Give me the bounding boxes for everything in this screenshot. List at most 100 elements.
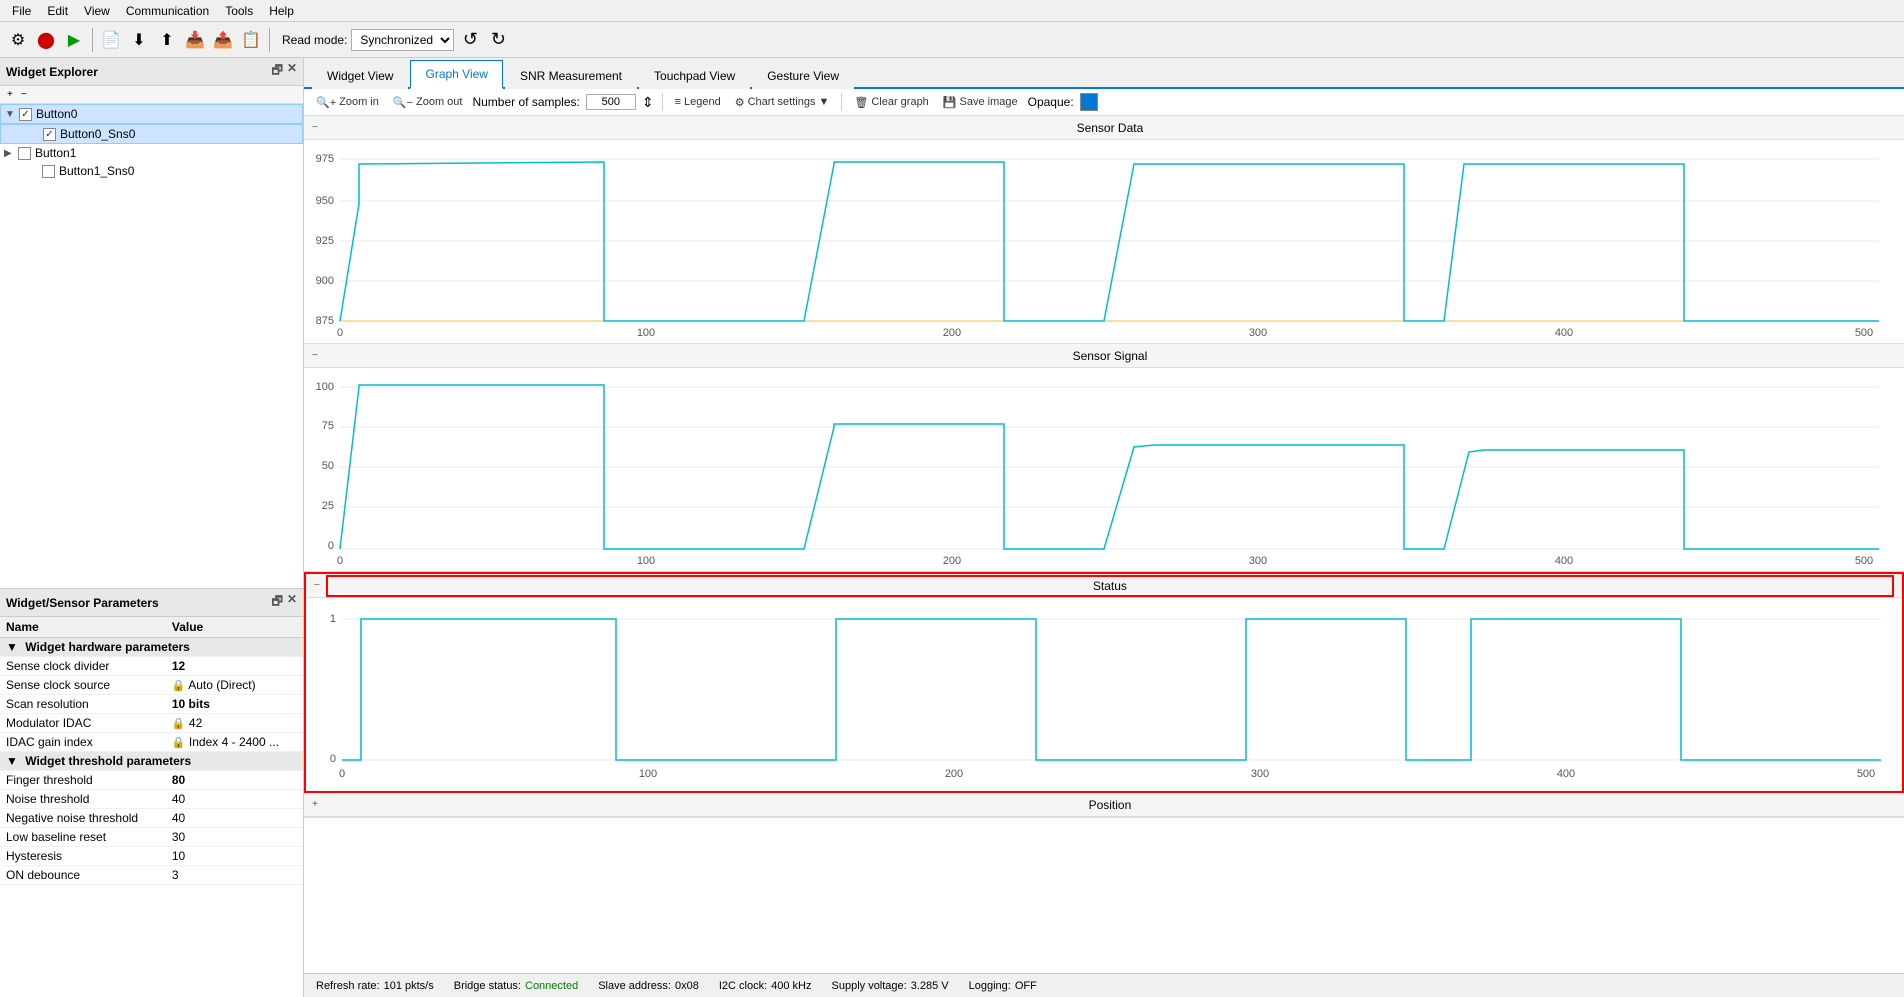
x-label-300: 300 bbox=[1251, 768, 1269, 780]
status-bridge-status: Bridge status: Connected bbox=[454, 980, 578, 992]
tree-item-button0-sns0[interactable]: ▶ Button0_Sns0 bbox=[0, 124, 303, 144]
upload-icon[interactable]: ⬆ bbox=[155, 28, 179, 52]
import-icon[interactable]: 📥 bbox=[183, 28, 207, 52]
status-i2c-clock: I2C clock: 400 kHz bbox=[719, 980, 812, 992]
bridge-status-label: Bridge status: bbox=[454, 980, 521, 992]
read-mode-select[interactable]: Synchronized Manual bbox=[351, 29, 454, 51]
param-value-sense-clock-source: 🔒 Auto (Direct) bbox=[166, 676, 303, 695]
tree-item-button0[interactable]: ▼ Button0 bbox=[0, 104, 303, 124]
params-close-icon[interactable]: ✕ bbox=[287, 592, 297, 613]
chart-settings-button[interactable]: ⚙ Chart settings ▼ bbox=[731, 94, 834, 111]
params-restore-icon[interactable]: 🗗 bbox=[272, 592, 283, 613]
tree-label-button1-sns0: Button1_Sns0 bbox=[59, 164, 134, 178]
checkbox-button1-sns0[interactable] bbox=[42, 165, 55, 178]
param-name-idac-gain: IDAC gain index bbox=[0, 733, 166, 752]
undo-icon[interactable]: ↺ bbox=[458, 28, 482, 52]
redo-icon[interactable]: ↻ bbox=[486, 28, 510, 52]
tab-gesture-view[interactable]: Gesture View bbox=[752, 62, 854, 89]
slave-address-label: Slave address: bbox=[598, 980, 671, 992]
settings-icon[interactable]: ⚙ bbox=[6, 28, 30, 52]
tab-widget-view[interactable]: Widget View bbox=[312, 62, 408, 89]
checkbox-button0-sns0[interactable] bbox=[43, 128, 56, 141]
section-threshold-label: ▼ Widget threshold parameters bbox=[0, 752, 303, 771]
expand-button0[interactable]: ▼ bbox=[5, 109, 17, 120]
menu-tools[interactable]: Tools bbox=[217, 2, 261, 20]
tree-item-button1[interactable]: ▶ Button1 bbox=[0, 144, 303, 162]
stop-icon[interactable]: ⬤ bbox=[34, 28, 58, 52]
restore-icon[interactable]: 🗗 bbox=[272, 61, 283, 82]
play-icon[interactable]: ▶ bbox=[62, 28, 86, 52]
opaque-label: Opaque: bbox=[1028, 95, 1074, 109]
logging-label: Logging: bbox=[969, 980, 1011, 992]
menu-file[interactable]: File bbox=[4, 2, 39, 20]
x-label-100: 100 bbox=[637, 327, 655, 339]
tree-collapse-all[interactable]: − bbox=[18, 88, 30, 101]
close-panel-icon[interactable]: ✕ bbox=[287, 61, 297, 82]
param-value-scan-resolution: 10 bits bbox=[166, 695, 303, 714]
tree-label-button0-sns0: Button0_Sns0 bbox=[60, 127, 135, 141]
param-row-noise-threshold: Noise threshold 40 bbox=[0, 790, 303, 809]
menu-view[interactable]: View bbox=[76, 2, 118, 20]
chart-title-sensor-data: Sensor Data bbox=[324, 121, 1896, 135]
chart-svg-sensor-data: 975 950 925 900 875 0 100 bbox=[304, 144, 1884, 339]
open-icon[interactable]: 📄 bbox=[99, 28, 123, 52]
samples-spinner[interactable]: ⇕ bbox=[642, 94, 654, 111]
x-label-200: 200 bbox=[945, 768, 963, 780]
param-name-hysteresis: Hysteresis bbox=[0, 847, 166, 866]
tree-label-button1: Button1 bbox=[35, 146, 76, 160]
opaque-color-swatch[interactable] bbox=[1080, 93, 1098, 111]
chart-collapse-sensor-signal[interactable]: − bbox=[312, 350, 318, 361]
samples-input[interactable] bbox=[586, 94, 636, 110]
param-row-idac-gain: IDAC gain index 🔒 Index 4 - 2400 ... bbox=[0, 733, 303, 752]
report-icon[interactable]: 📋 bbox=[239, 28, 263, 52]
clear-graph-button[interactable]: 🗑 Clear graph bbox=[850, 94, 932, 111]
zoom-in-button[interactable]: 🔍+ Zoom in bbox=[312, 94, 383, 111]
param-value-noise-threshold: 40 bbox=[166, 790, 303, 809]
legend-button[interactable]: ≡ Legend bbox=[671, 94, 725, 110]
menu-communication[interactable]: Communication bbox=[118, 2, 217, 20]
param-value-on-debounce: 3 bbox=[166, 866, 303, 885]
y-label-950: 950 bbox=[316, 195, 334, 207]
zoom-in-icon: 🔍+ bbox=[316, 96, 336, 109]
checkbox-button1[interactable] bbox=[18, 147, 31, 160]
tree-item-button1-sns0[interactable]: ▶ Button1_Sns0 bbox=[0, 162, 303, 180]
status-bar: Refresh rate: 101 pkts/s Bridge status: … bbox=[304, 973, 1904, 997]
x-label-0: 0 bbox=[337, 555, 343, 567]
x-label-400: 400 bbox=[1555, 327, 1573, 339]
export-icon[interactable]: 📤 bbox=[211, 28, 235, 52]
tab-touchpad-view[interactable]: Touchpad View bbox=[639, 62, 750, 89]
param-row-neg-noise-threshold: Negative noise threshold 40 bbox=[0, 809, 303, 828]
tab-snr-measurement[interactable]: SNR Measurement bbox=[505, 62, 637, 89]
supply-voltage-value: 3.285 V bbox=[911, 980, 949, 992]
x-label-200: 200 bbox=[943, 555, 961, 567]
x-label-300: 300 bbox=[1249, 327, 1267, 339]
download-icon[interactable]: ⬇ bbox=[127, 28, 151, 52]
samples-label: Number of samples: bbox=[472, 95, 579, 109]
i2c-clock-value: 400 kHz bbox=[771, 980, 811, 992]
chart-expand-position[interactable]: + bbox=[312, 799, 318, 810]
param-name-scan-resolution: Scan resolution bbox=[0, 695, 166, 714]
params-panel-header: Widget/Sensor Parameters 🗗 ✕ bbox=[0, 589, 303, 617]
y-label-50: 50 bbox=[322, 460, 334, 472]
menu-help[interactable]: Help bbox=[261, 2, 302, 20]
top-toolbar: ⚙ ⬤ ▶ 📄 ⬇ ⬆ 📥 📤 📋 Read mode: Synchronize… bbox=[0, 22, 1904, 58]
chart-settings-arrow: ▼ bbox=[818, 96, 829, 108]
section-threshold-expand[interactable]: ▼ bbox=[6, 754, 18, 768]
tab-bar: Widget View Graph View SNR Measurement T… bbox=[304, 58, 1904, 89]
chart-collapse-status[interactable]: − bbox=[314, 580, 320, 591]
x-label-100: 100 bbox=[639, 768, 657, 780]
tree-expand-all[interactable]: + bbox=[4, 88, 16, 101]
refresh-rate-value: 101 pkts/s bbox=[384, 980, 434, 992]
save-image-button[interactable]: 💾 Save image bbox=[939, 94, 1022, 111]
tab-graph-view[interactable]: Graph View bbox=[410, 60, 502, 89]
menu-edit[interactable]: Edit bbox=[39, 2, 76, 20]
chart-collapse-sensor-data[interactable]: − bbox=[312, 122, 318, 133]
y-label-1: 1 bbox=[330, 613, 336, 625]
zoom-out-button[interactable]: 🔍− Zoom out bbox=[389, 94, 467, 111]
status-line bbox=[342, 619, 1881, 760]
expand-button1[interactable]: ▶ bbox=[4, 148, 16, 159]
chart-settings-label: Chart settings bbox=[748, 96, 816, 108]
section-hardware-expand[interactable]: ▼ bbox=[6, 640, 18, 654]
widget-explorer-tree: + − ▼ Button0 ▶ Button0_Sns0 ▶ Button1 bbox=[0, 86, 303, 589]
checkbox-button0[interactable] bbox=[19, 108, 32, 121]
